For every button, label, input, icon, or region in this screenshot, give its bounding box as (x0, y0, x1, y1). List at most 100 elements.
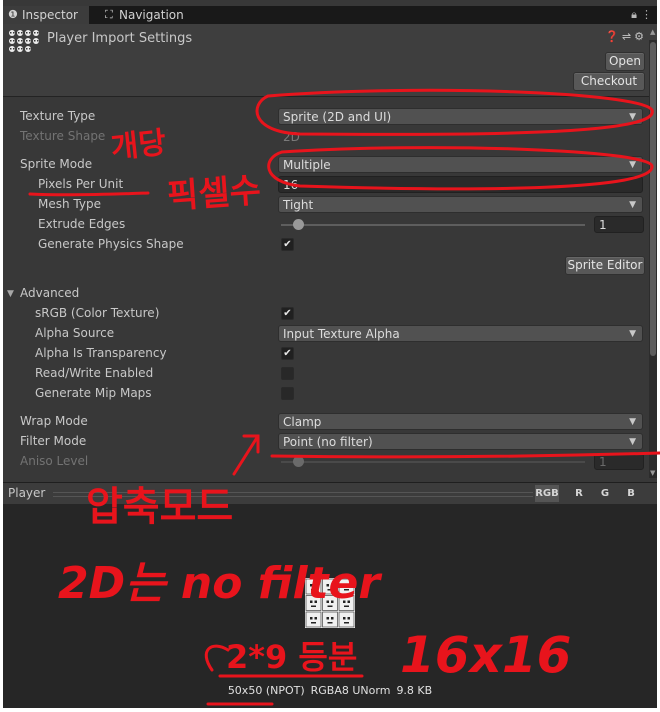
chevron-down-icon: ▼ (629, 329, 636, 339)
row-extrude-edges: Extrude Edges 1 (3, 215, 657, 235)
row-generate-physics: Generate Physics Shape ✔ (3, 235, 657, 255)
inspector-scrollbar[interactable] (649, 40, 657, 478)
wrap-mode-label: Wrap Mode (20, 414, 88, 428)
row-sprite-mode: Sprite Mode Multiple ▼ (3, 155, 657, 175)
extrude-edges-input[interactable]: 1 (594, 216, 644, 233)
read-write-checkbox[interactable] (281, 367, 294, 380)
texture-type-dropdown[interactable]: Sprite (2D and UI) ▼ (278, 108, 643, 125)
gear-icon[interactable]: ⚙ (634, 30, 647, 43)
wrap-mode-dropdown[interactable]: Clamp ▼ (278, 413, 643, 430)
chevron-down-icon: ▼ (629, 417, 636, 427)
sprite-mode-label: Sprite Mode (20, 157, 93, 171)
advanced-label: Advanced (20, 286, 80, 300)
inspector-panel: ❶ Inspector ⛶ Navigation 🔒︎ ⋮ Player Imp… (3, 0, 657, 708)
chevron-down-icon: ▼ (629, 200, 636, 210)
alpha-transparency-label: Alpha Is Transparency (35, 346, 167, 360)
texture-shape-label: Texture Shape (20, 129, 106, 143)
sprite-editor-button[interactable]: Sprite Editor (565, 256, 645, 275)
lock-icon[interactable]: 🔒︎ (631, 6, 637, 23)
navigation-icon: ⛶ (105, 8, 113, 21)
filter-mode-value: Point (no filter) (283, 435, 373, 449)
aniso-level-slider-handle (293, 456, 304, 467)
texture-shape-value: 2D (283, 130, 300, 144)
tab-navigation[interactable]: ⛶ Navigation (100, 6, 210, 24)
extrude-edges-slider[interactable] (281, 224, 585, 226)
pixels-per-unit-label: Pixels Per Unit (38, 177, 124, 191)
alpha-transparency-checkbox[interactable]: ✔ (281, 347, 294, 360)
channel-g-button[interactable]: G (593, 485, 617, 502)
pixels-per-unit-input[interactable]: 16 (278, 176, 643, 193)
inspector-header: Player Import Settings ❓⇌⚙ Open Checkout (3, 24, 657, 97)
row-pixels-per-unit: Pixels Per Unit 16 (3, 175, 657, 195)
row-srgb: sRGB (Color Texture) ✔ (3, 304, 657, 324)
mipmaps-label: Generate Mip Maps (35, 386, 152, 400)
asset-thumbnail-icon (9, 30, 39, 52)
row-alpha-transparency: Alpha Is Transparency ✔ (3, 344, 657, 364)
row-read-write: Read/Write Enabled (3, 364, 657, 384)
srgb-label: sRGB (Color Texture) (35, 306, 160, 320)
presets-icon[interactable]: ⇌ (622, 30, 634, 43)
texture-filesize: 9.8 KB (396, 684, 433, 697)
filter-mode-dropdown[interactable]: Point (no filter) ▼ (278, 433, 643, 450)
sprite-mode-value: Multiple (283, 158, 331, 172)
info-icon: ❶ (8, 8, 18, 21)
filter-mode-label: Filter Mode (20, 434, 87, 448)
mesh-type-dropdown[interactable]: Tight ▼ (278, 196, 643, 213)
row-filter-mode: Filter Mode Point (no filter) ▼ (3, 432, 657, 452)
tab-menu-icon[interactable]: ⋮ (641, 6, 652, 23)
generate-physics-label: Generate Physics Shape (38, 237, 184, 251)
chevron-down-icon: ▼ (629, 112, 636, 122)
aniso-level-label: Aniso Level (20, 454, 89, 468)
generate-physics-checkbox[interactable]: ✔ (281, 238, 294, 251)
sprite-mode-dropdown[interactable]: Multiple ▼ (278, 156, 643, 173)
chevron-down-icon: ▼ (629, 437, 636, 447)
row-mesh-type: Mesh Type Tight ▼ (3, 195, 657, 215)
preview-drag-handle[interactable] (53, 492, 533, 497)
texture-shape-dropdown: 2D (278, 128, 643, 145)
sprite-sheet-preview (305, 578, 355, 628)
wrap-mode-value: Clamp (283, 415, 322, 429)
mipmaps-checkbox[interactable] (281, 387, 294, 400)
texture-info: 50x50 (NPOT) RGBA8 UNorm 9.8 KB (3, 684, 657, 697)
channel-r-button[interactable]: R (567, 485, 591, 502)
alpha-source-dropdown[interactable]: Input Texture Alpha ▼ (278, 325, 643, 342)
foldout-arrow-icon: ▼ (7, 289, 14, 299)
scroll-down-icon[interactable]: ▼ (650, 469, 655, 477)
row-wrap-mode: Wrap Mode Clamp ▼ (3, 412, 657, 432)
srgb-checkbox[interactable]: ✔ (281, 307, 294, 320)
read-write-label: Read/Write Enabled (35, 366, 154, 380)
texture-type-value: Sprite (2D and UI) (283, 110, 392, 124)
help-icon[interactable]: ❓ (605, 30, 622, 43)
chevron-down-icon: ▼ (629, 160, 636, 170)
row-aniso-level: Aniso Level 1 (3, 452, 657, 472)
page-title: Player Import Settings (47, 31, 193, 46)
alpha-source-label: Alpha Source (35, 326, 115, 340)
channel-rgb-button[interactable]: RGB (535, 485, 559, 502)
scroll-up-icon[interactable]: ▲ (650, 28, 655, 36)
preview-title: Player (8, 486, 46, 500)
row-mipmaps: Generate Mip Maps (3, 384, 657, 404)
mesh-type-value: Tight (283, 198, 314, 212)
aniso-level-input: 1 (594, 453, 644, 470)
aniso-level-slider (281, 461, 585, 463)
checkout-button[interactable]: Checkout (573, 72, 645, 91)
tab-inspector[interactable]: ❶ Inspector (3, 6, 89, 24)
tab-bar: ❶ Inspector ⛶ Navigation 🔒︎ ⋮ (3, 6, 657, 24)
texture-format: RGBA8 UNorm (310, 684, 391, 697)
channel-b-button[interactable]: B (619, 485, 643, 502)
preview-header[interactable]: Player RGB R G B (3, 482, 657, 505)
scrollbar-thumb[interactable] (650, 42, 656, 356)
extrude-edges-label: Extrude Edges (38, 217, 126, 231)
row-alpha-source: Alpha Source Input Texture Alpha ▼ (3, 324, 657, 344)
unity-editor-window: ❶ Inspector ⛶ Navigation 🔒︎ ⋮ Player Imp… (0, 0, 660, 712)
open-button[interactable]: Open (605, 52, 645, 71)
row-texture-shape: Texture Shape 2D (3, 127, 657, 147)
alpha-source-value: Input Texture Alpha (283, 327, 400, 341)
advanced-foldout[interactable]: ▼ Advanced (3, 284, 657, 304)
header-icons: ❓⇌⚙ (605, 30, 647, 43)
row-texture-type: Texture Type Sprite (2D and UI) ▼ (3, 107, 657, 127)
extrude-edges-slider-handle[interactable] (293, 219, 304, 230)
mesh-type-label: Mesh Type (38, 197, 101, 211)
texture-preview: 50x50 (NPOT) RGBA8 UNorm 9.8 KB (3, 504, 657, 708)
texture-size: 50x50 (NPOT) (227, 684, 305, 697)
